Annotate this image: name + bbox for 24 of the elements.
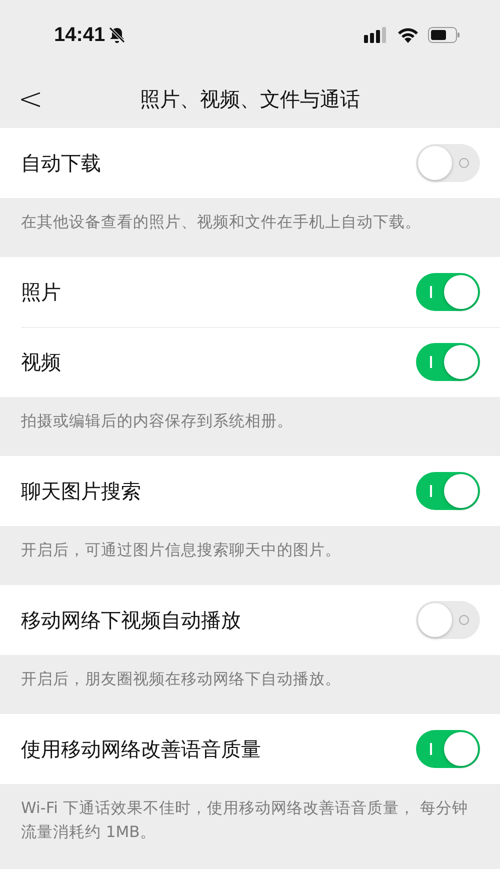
setting-label: 自动下载	[21, 150, 102, 176]
toggle-switch[interactable]	[416, 144, 480, 182]
setting-label: 移动网络下视频自动播放	[21, 606, 242, 634]
wifi-icon	[397, 27, 419, 43]
setting-label: 照片	[21, 278, 62, 306]
setting-description: 开启后，可通过图片信息搜索聊天中的图片。	[20, 540, 342, 561]
toggle-switch[interactable]	[416, 601, 480, 639]
toggle-switch[interactable]	[416, 472, 480, 510]
setting-description: Wi-Fi 下通话效果不佳时，使用移动网络改善语音质量， 每分钟流量消耗约 1MB。	[20, 798, 469, 843]
page-title: 照片、视频、文件与通话	[139, 86, 361, 112]
toggle-switch[interactable]	[416, 343, 480, 381]
toggle-switch[interactable]	[416, 273, 480, 311]
signal-icon	[364, 27, 388, 43]
setting-description: 拍摄或编辑后的内容保存到系统相册。	[20, 411, 294, 432]
back-button[interactable]: <	[0, 82, 44, 116]
status-time: 14:41	[54, 24, 106, 46]
setting-description: 开启后，朋友圈视频在移动网络下自动播放。	[20, 669, 342, 690]
battery-icon	[428, 27, 460, 43]
setting-label: 聊天图片搜索	[21, 478, 142, 504]
setting-label: 使用移动网络改善语音质量	[21, 736, 262, 762]
setting-description: 在其他设备查看的照片、视频和文件在手机上自动下载。	[20, 212, 422, 233]
bell-slash-icon	[108, 26, 126, 44]
toggle-switch[interactable]	[416, 730, 480, 768]
setting-label: 视频	[21, 348, 62, 376]
